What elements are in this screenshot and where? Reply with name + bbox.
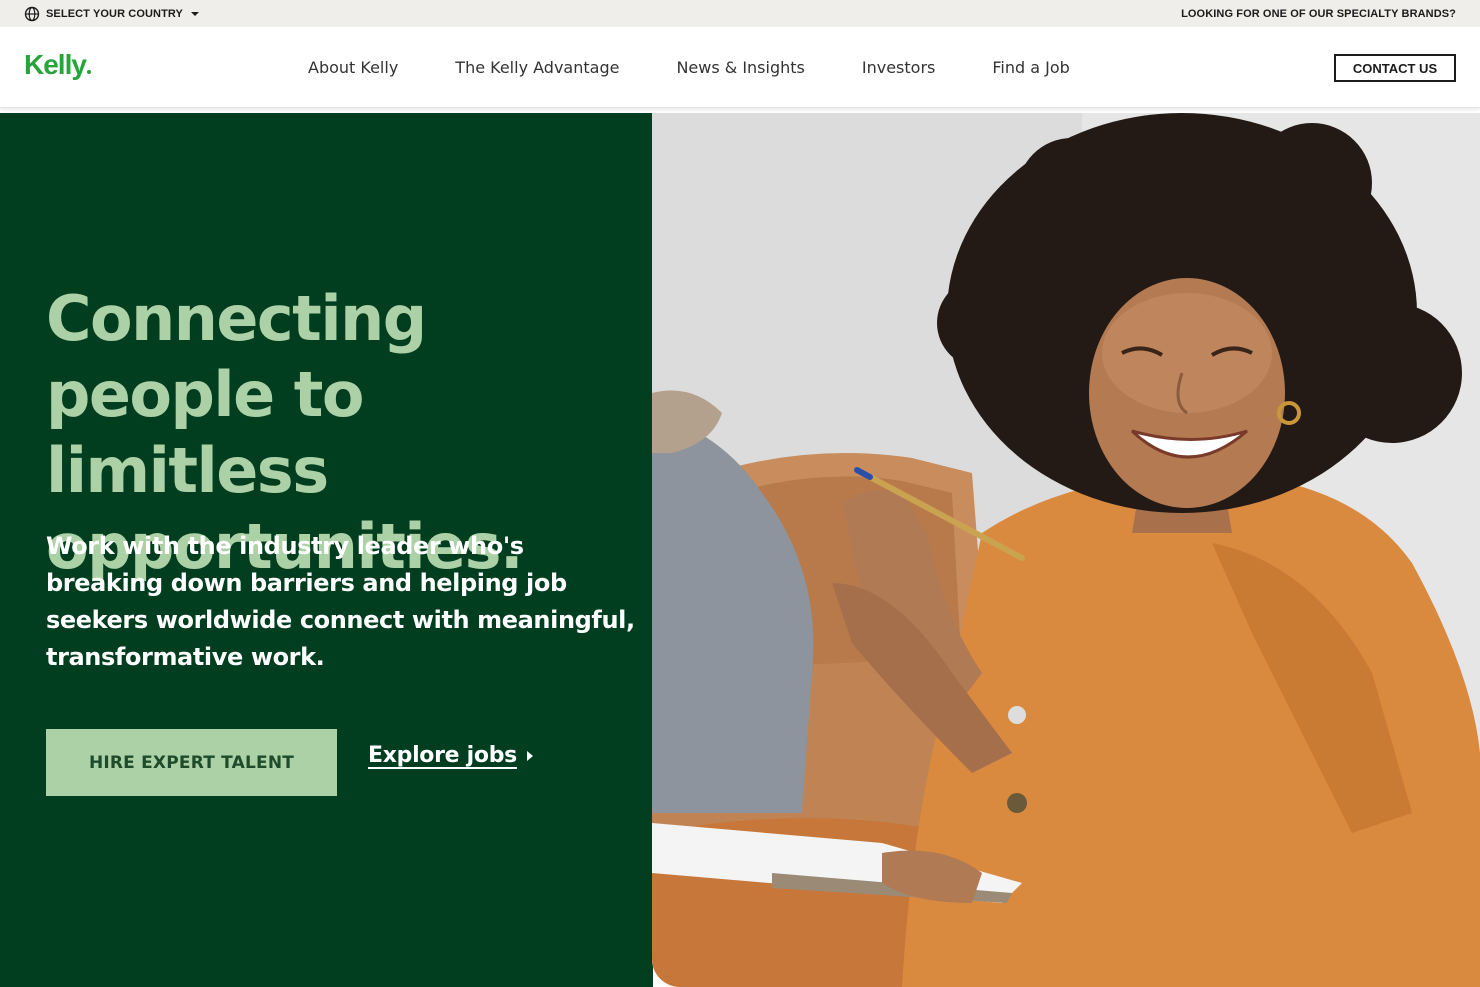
- contact-us-button[interactable]: CONTACT US: [1334, 54, 1456, 82]
- arrow-right-icon: [526, 750, 533, 761]
- hire-expert-talent-button[interactable]: HIRE EXPERT TALENT: [46, 729, 337, 796]
- specialty-brands-link[interactable]: LOOKING FOR ONE OF OUR SPECIALTY BRANDS?: [1181, 8, 1456, 20]
- utility-bar: SELECT YOUR COUNTRY LOOKING FOR ONE OF O…: [0, 0, 1480, 27]
- logo-dot: [86, 70, 91, 74]
- hero-subtitle: Work with the industry leader who's brea…: [46, 532, 635, 671]
- country-selector-label: SELECT YOUR COUNTRY: [46, 7, 183, 20]
- kelly-logo[interactable]: Kelly: [24, 49, 91, 81]
- nav-news-insights[interactable]: News & Insights: [676, 58, 804, 77]
- smiling-woman-illustration: [652, 113, 1480, 987]
- explore-jobs-link[interactable]: Explore jobs: [368, 743, 533, 768]
- nav-find-a-job[interactable]: Find a Job: [992, 58, 1069, 77]
- hero-photo: [652, 113, 1480, 987]
- country-selector[interactable]: SELECT YOUR COUNTRY: [24, 6, 199, 22]
- caret-down-icon: [190, 11, 199, 16]
- hero-panel: Connecting people to limitless opportuni…: [0, 113, 653, 987]
- logo-text: Kelly: [24, 49, 87, 80]
- nav-investors[interactable]: Investors: [862, 58, 935, 77]
- primary-nav: About Kelly The Kelly Advantage News & I…: [308, 58, 1070, 77]
- main-header: Kelly About Kelly The Kelly Advantage Ne…: [0, 27, 1480, 108]
- nav-kelly-advantage[interactable]: The Kelly Advantage: [455, 58, 619, 77]
- nav-about-kelly[interactable]: About Kelly: [308, 58, 398, 77]
- explore-jobs-label: Explore jobs: [368, 743, 517, 768]
- globe-icon: [24, 6, 40, 21]
